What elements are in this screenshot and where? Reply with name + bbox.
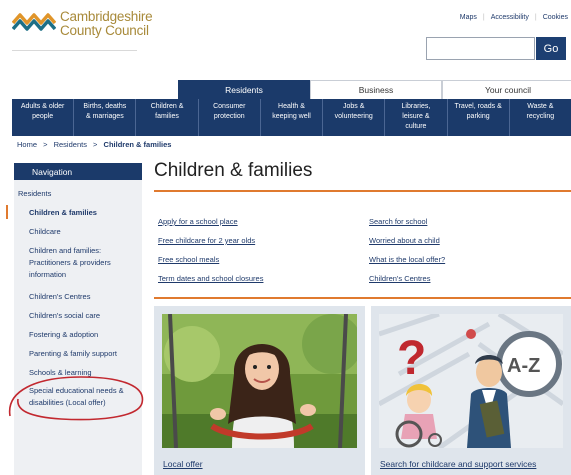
breadcrumb-separator: >	[93, 140, 98, 149]
nav-label: Fostering & adoption	[29, 330, 99, 339]
category-births[interactable]: Births, deaths & marriages	[74, 99, 137, 136]
link-childrens-centres[interactable]: Children's Centres	[369, 274, 430, 283]
nav-item-childrens-centres[interactable]: Children's Centres	[29, 291, 141, 303]
category-label: parking	[466, 113, 490, 120]
category-label: leisure &	[402, 113, 430, 120]
breadcrumb-separator: >	[43, 140, 48, 149]
category-label: Consumer	[213, 103, 246, 110]
a-z-text: A-Z	[507, 355, 540, 377]
nav-label: Children's Centres	[29, 292, 91, 301]
search-go-button[interactable]: Go	[536, 37, 566, 60]
category-label: Waste &	[527, 103, 554, 110]
nav-label: information	[29, 270, 67, 279]
category-adults[interactable]: Adults & older people	[12, 99, 75, 136]
link-local-offer-info[interactable]: What is the local offer?	[369, 255, 445, 264]
girl-on-swing-photo	[162, 314, 357, 448]
nav-item-schools[interactable]: Schools & learning	[29, 367, 141, 379]
logo-wave-icon	[12, 13, 56, 31]
nav-item-send-local-offer[interactable]: Special educational needs & disabilities…	[29, 385, 141, 409]
nav-label: Childcare	[29, 227, 61, 236]
primary-tabs: Residents Business Your council	[178, 80, 571, 99]
utility-links: Maps | Accessibility | Cookies	[460, 14, 568, 21]
active-item-marker	[6, 205, 8, 219]
nav-item-practitioners[interactable]: Children and families: Practitioners & p…	[29, 245, 141, 281]
category-label: keeping well	[272, 113, 311, 120]
nav-label: Residents	[18, 189, 52, 198]
category-label: recycling	[526, 113, 555, 120]
nav-label: Children and families:	[29, 246, 102, 255]
title-divider	[154, 190, 571, 192]
category-libraries[interactable]: Libraries, leisure & culture	[385, 99, 448, 136]
link-term-dates[interactable]: Term dates and school closures	[158, 274, 263, 283]
nav-label: Schools & learning	[29, 368, 92, 377]
category-label: Travel, roads &	[454, 103, 502, 110]
category-label: Libraries,	[401, 103, 431, 110]
category-jobs[interactable]: Jobs & volunteering	[323, 99, 386, 136]
category-children[interactable]: Children & families	[136, 99, 199, 136]
category-label: culture	[405, 123, 427, 130]
nav-item-parenting[interactable]: Parenting & family support	[29, 348, 141, 360]
tab-business[interactable]: Business	[310, 80, 442, 99]
nav-label: Children & families	[29, 208, 97, 217]
nav-label: Parenting & family support	[29, 349, 117, 358]
logo-text: Cambridgeshire County Council	[60, 10, 153, 38]
category-health[interactable]: Health & keeping well	[261, 99, 324, 136]
nav-item-childcare[interactable]: Childcare	[29, 226, 141, 238]
category-waste[interactable]: Waste & recycling	[510, 99, 571, 136]
divider: |	[534, 14, 537, 21]
category-label: Adults & older	[20, 103, 65, 110]
nav-item-residents[interactable]: Residents	[18, 188, 146, 200]
childcare-search-link[interactable]: Search for childcare and support service…	[380, 459, 536, 469]
links-divider	[154, 297, 571, 299]
breadcrumb: Home > Residents > Children & families	[17, 140, 171, 149]
category-label: volunteering	[334, 113, 373, 120]
category-consumer[interactable]: Consumer protection	[199, 99, 261, 136]
question-mark-glyph: ?	[397, 332, 426, 385]
category-label: people	[32, 113, 54, 120]
category-label: Births, deaths	[83, 103, 127, 110]
search-input[interactable]	[426, 37, 535, 60]
maps-link[interactable]: Maps	[460, 14, 477, 21]
category-label: Health &	[278, 103, 305, 110]
link-free-childcare[interactable]: Free childcare for 2 year olds	[158, 236, 255, 245]
childcare-search-card[interactable]: ? A-Z Search for childcare and support s…	[371, 306, 571, 475]
category-label: Children &	[150, 103, 184, 110]
category-label: Jobs &	[343, 103, 365, 110]
nav-item-social-care[interactable]: Children's social care	[29, 310, 141, 322]
site-logo[interactable]: Cambridgeshire County Council	[12, 10, 153, 38]
local-offer-card[interactable]: Local offer	[154, 306, 365, 475]
breadcrumb-residents[interactable]: Residents	[54, 140, 87, 149]
link-apply-school-place[interactable]: Apply for a school place	[158, 217, 238, 226]
nav-label: Practitioners & providers	[29, 258, 111, 267]
category-travel[interactable]: Travel, roads & parking	[448, 99, 510, 136]
cookies-link[interactable]: Cookies	[543, 14, 568, 21]
local-offer-link[interactable]: Local offer	[163, 459, 203, 469]
nav-item-children-families[interactable]: Children & families	[29, 207, 141, 219]
link-worried-child[interactable]: Worried about a child	[369, 236, 440, 245]
tab-your-council[interactable]: Your council	[442, 80, 571, 99]
breadcrumb-home[interactable]: Home	[17, 140, 37, 149]
accessibility-link[interactable]: Accessibility	[491, 14, 529, 21]
nav-label: Children's social care	[29, 311, 101, 320]
category-label: protection	[213, 113, 245, 120]
category-label: & marriages	[85, 113, 124, 120]
nav-item-fostering[interactable]: Fostering & adoption	[29, 329, 141, 341]
logo-line-2: County Council	[60, 23, 149, 38]
link-free-school-meals[interactable]: Free school meals	[158, 255, 219, 264]
logo-line-1: Cambridgeshire	[60, 9, 153, 24]
breadcrumb-current: Children & families	[103, 140, 172, 149]
nav-label: disabilities (Local offer)	[29, 398, 106, 407]
category-label: families	[155, 113, 179, 120]
page-title: Children & families	[154, 160, 313, 181]
navigation-sidebar: Residents Children & families Childcare …	[14, 180, 142, 475]
link-search-school[interactable]: Search for school	[369, 217, 427, 226]
tab-residents[interactable]: Residents	[178, 80, 310, 99]
logo-divider	[12, 50, 137, 51]
a-z-directory-illustration: ? A-Z	[379, 314, 563, 448]
navigation-heading: Navigation	[14, 163, 142, 180]
nav-label: Special educational needs &	[29, 386, 124, 395]
divider: |	[482, 14, 485, 21]
category-nav: Adults & older people Births, deaths & mar…	[12, 99, 571, 136]
